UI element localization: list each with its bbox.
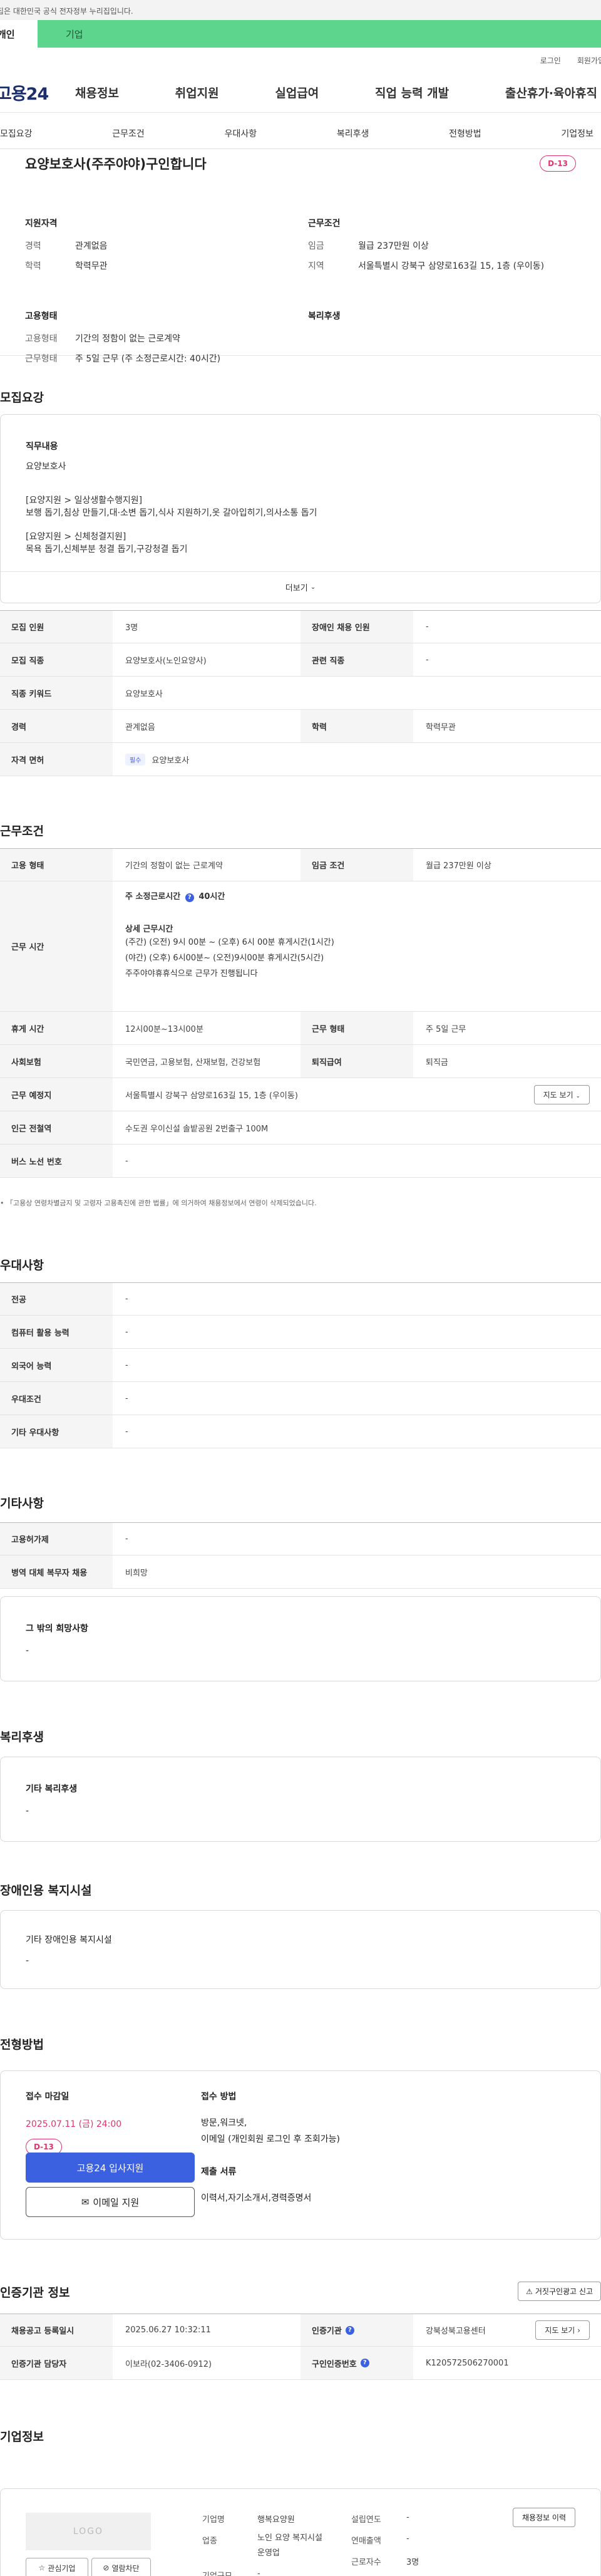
map-button[interactable]: 지도 보기 ⌄ xyxy=(533,1084,590,1104)
etc-title: 기타사항 xyxy=(0,1497,44,1510)
company-title: 기업정보 xyxy=(0,2430,44,2444)
age-note: • 「고용상 연령차별금지 및 고령자 고용촉진에 관한 법률」에 의거하여 채… xyxy=(0,1199,317,1207)
map-button[interactable]: 지도 보기 › xyxy=(535,2320,590,2340)
employment-block: 고용형태 고용형태 기간의 정함이 없는 근로계약 근무형태 주 5일 근무 (주 … xyxy=(25,311,221,364)
global-nav: 고용24 채용정보 취업지원 실업급여 직업 능력 개발 출산휴가·육아휴직 xyxy=(0,73,601,113)
table-row: 휴게 시간 12시00분~13시00분 근무 형태 주 5일 근무 xyxy=(0,1012,601,1045)
dday-badge: D-13 xyxy=(540,155,576,172)
subnav-recruit[interactable]: 모집요강 xyxy=(0,122,33,140)
welfare-title: 복리후생 xyxy=(0,1730,44,1744)
conditions-title: 근무조건 xyxy=(0,824,44,838)
table-row: 인증기관 담당자 이보라(02-3406-0912) 구인인증번호? K12057… xyxy=(0,2347,601,2380)
star-icon: ☆ xyxy=(38,2563,46,2572)
table-row: 사회보험 국민연금, 고용보험, 산재보험, 건강보험 퇴직급여 퇴직금 xyxy=(0,1045,601,1078)
recruit-title: 모집요강 xyxy=(0,391,44,405)
subnav-welfare[interactable]: 복리후생 xyxy=(337,122,369,140)
mail-icon: ✉ xyxy=(81,2196,90,2208)
table-row: 전공 - xyxy=(0,1282,601,1316)
apply-title: 전형방법 xyxy=(0,2038,44,2052)
more-button[interactable]: 더보기 ⌄ xyxy=(1,571,600,603)
subnav-company[interactable]: 기업정보 xyxy=(561,122,593,140)
welfare-block: 복리후생 xyxy=(308,311,341,321)
gnb-item-vocational-training[interactable]: 직업 능력 개발 xyxy=(375,84,449,101)
info-icon[interactable]: ? xyxy=(345,2325,354,2335)
gnb-item-unemployment-benefit[interactable]: 실업급여 xyxy=(275,84,319,101)
table-row: 외국어 능력 - xyxy=(0,1349,601,1382)
apply-button[interactable]: 고용24 입사지원 xyxy=(26,2153,195,2183)
info-icon[interactable]: ? xyxy=(185,893,194,902)
report-button[interactable]: ⚠ 거짓구인광고 신고 xyxy=(518,2282,601,2301)
company-logo: LOGO xyxy=(26,2513,151,2550)
tab-company[interactable]: 기업 xyxy=(38,20,601,48)
duty-card: 직무내용 요양보호사 [요양지원 > 일상생활수행지원] 보행 돕기,침상 만들… xyxy=(0,414,601,603)
company-card: LOGO ☆ 관심기업 ⊘ 열람차단 기업명 행복요양원 업종 노인 요양 복지시설… xyxy=(0,2488,601,2576)
chevron-down-icon: ⌄ xyxy=(575,1093,580,1099)
signup-link[interactable]: 회원가입 xyxy=(577,55,601,66)
util-links: 로그인 회원가입 xyxy=(0,48,601,73)
table-row: 컴퓨터 활용 능력 - xyxy=(0,1316,601,1349)
table-row: 모집 직종 요양보호사(노인요양사) 관련 직종 - xyxy=(0,643,601,677)
deadline: 2025.07.11 (금) 24:00 xyxy=(26,2119,122,2129)
table-row: 경력 관계없음 학력 학력무관 xyxy=(0,710,601,743)
interest-button[interactable]: ☆ 관심기업 xyxy=(26,2558,88,2576)
job-title: 요양보호사(주주야야)구인합니다 xyxy=(25,157,207,172)
gnb-item-employment-support[interactable]: 취업지원 xyxy=(175,84,219,101)
gnb-item-leave[interactable]: 출산휴가·육아휴직 xyxy=(505,84,597,101)
table-row: 채용공고 등록일시 2025.06.27 10:32:11 인증기관? 강북성북고… xyxy=(0,2314,601,2347)
table-row: 우대조건 - xyxy=(0,1382,601,1415)
gnb-item-jobs[interactable]: 채용정보 xyxy=(75,84,119,101)
email-apply-button[interactable]: ✉ 이메일 지원 xyxy=(26,2187,195,2217)
subnav-conditions[interactable]: 근무조건 xyxy=(112,122,145,140)
table-row: 기타 우대사항 - xyxy=(0,1415,601,1448)
table-row: 병역 대체 복무자 채용 비희망 xyxy=(0,1555,601,1589)
disability-title: 장애인용 복지시설 xyxy=(0,1884,92,1898)
gov-banner: 이 누리집은 대한민국 공식 전자정부 누리집입니다. xyxy=(0,0,601,20)
welfare-card: 기타 복리후생 - xyxy=(0,1757,601,1842)
table-row: 인근 전철역 수도권 우이신설 솔밭공원 2번출구 100M xyxy=(0,1111,601,1145)
block-icon: ⊘ xyxy=(103,2563,110,2572)
table-row: 직종 키워드 요양보호사 xyxy=(0,677,601,710)
cert-title: 인증기관 정보 xyxy=(0,2286,70,2300)
chevron-right-icon: › xyxy=(577,2326,580,2335)
section-subnav: 모집요강 근무조건 우대사항 복리후생 전형방법 기업정보 xyxy=(0,113,601,149)
service-tabs: 개인 기업 xyxy=(0,20,601,48)
warning-icon: ⚠ xyxy=(526,2287,533,2296)
table-row: 버스 노선 번호 - xyxy=(0,1145,601,1178)
site-logo[interactable]: 고용24 xyxy=(0,80,78,105)
subnav-selection[interactable]: 전형방법 xyxy=(449,122,481,140)
required-badge: 필수 xyxy=(125,753,146,766)
disability-card: 기타 장애인용 복지시설 - xyxy=(0,1910,601,1989)
conditions-block: 근무조건 임금 월급 237만원 이상 지역 서울특별시 강북구 삼양로163길 1… xyxy=(308,219,545,271)
subnav-preference[interactable]: 우대사항 xyxy=(225,122,257,140)
table-row: 고용허가제 - xyxy=(0,1522,601,1555)
tab-personal[interactable]: 개인 xyxy=(0,20,38,48)
preference-title: 우대사항 xyxy=(0,1259,44,1272)
table-row: 자격 면허 필수 요양보호사 xyxy=(0,743,601,776)
qualification-block: 지원자격 경력 관계없음 학력 학력무관 xyxy=(25,219,108,271)
apply-card: 접수 마감일 2025.07.11 (금) 24:00 D-13 고용24 입사… xyxy=(0,2070,601,2240)
table-row: 근무 예정지 서울특별시 강북구 삼양로163길 15, 1층 (우이동) 지도 … xyxy=(0,1078,601,1111)
chevron-down-icon: ⌄ xyxy=(310,584,316,591)
info-icon[interactable]: ? xyxy=(360,2359,369,2367)
table-row: 모집 인원 3명 장애인 채용 인원 - xyxy=(0,610,601,643)
job-summary: 요양보호사(주주야야)구인합니다 D-13 지원자격 경력 관계없음 학력 학력무관… xyxy=(0,149,601,363)
work-time-row: 근무 시간 주 소정근로시간 ? 40시간 상세 근무시간 (주간) (오전) … xyxy=(0,881,601,1012)
table-row: 고용 형태 기간의 정함이 없는 근로계약 임금 조건 월급 237만원 이상 xyxy=(0,848,601,881)
block-button[interactable]: ⊘ 열람차단 xyxy=(91,2558,151,2576)
other-wish-card: 그 밖의 희망사항 - xyxy=(0,1596,601,1681)
history-button[interactable]: 채용정보 이력 xyxy=(512,2508,575,2527)
login-link[interactable]: 로그인 xyxy=(540,55,561,66)
